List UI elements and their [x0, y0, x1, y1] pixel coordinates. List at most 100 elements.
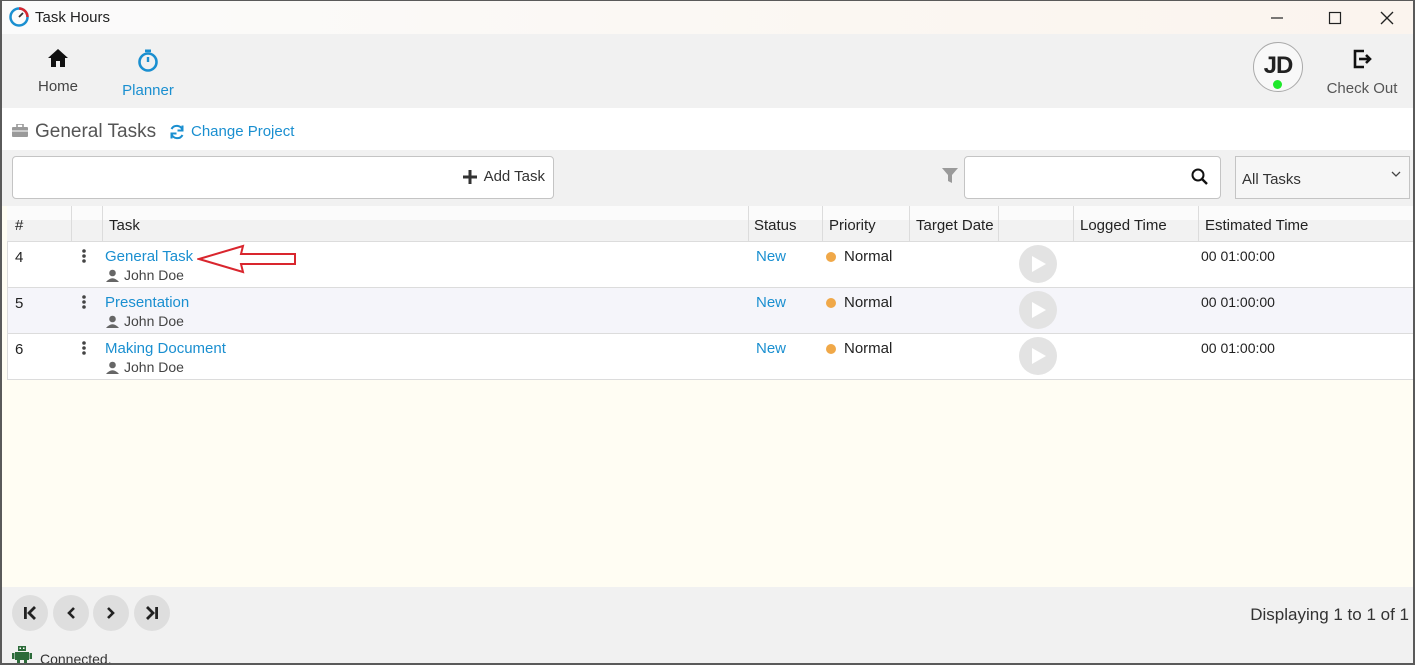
user-icon — [106, 361, 119, 374]
main-toolbar: Home Planner JD Check Out — [2, 34, 1413, 108]
add-task-label: Add Task — [483, 168, 545, 185]
nav-planner[interactable]: Planner — [103, 48, 193, 99]
connection-status: Connected. — [40, 651, 112, 665]
task-filter-select[interactable]: All Tasks — [1235, 156, 1410, 199]
refresh-icon — [170, 124, 184, 139]
avatar-initials: JD — [1263, 52, 1294, 79]
play-icon — [1032, 256, 1046, 272]
assignee-name: John Doe — [124, 267, 184, 283]
app-logo-icon — [9, 7, 29, 27]
col-divider — [998, 206, 999, 241]
start-timer-button[interactable] — [1019, 245, 1057, 283]
priority-label: Normal — [844, 340, 893, 357]
maximize-icon — [1328, 11, 1342, 24]
search-input[interactable] — [964, 156, 1221, 199]
estimated-time: 00 01:00:00 — [1201, 294, 1275, 310]
col-divider — [1073, 206, 1074, 241]
nav-home[interactable]: Home — [13, 48, 103, 95]
estimated-time: 00 01:00:00 — [1201, 340, 1275, 356]
project-bar: General Tasks Change Project — [2, 108, 1413, 150]
next-page-icon — [107, 607, 115, 619]
task-status[interactable]: New — [756, 294, 786, 311]
priority-dot — [826, 251, 836, 262]
plus-icon — [462, 169, 477, 184]
col-status[interactable]: Status — [754, 217, 797, 234]
pagination-bar: Displaying 1 to 1 of 1 — [2, 587, 1413, 642]
user-icon — [106, 269, 119, 282]
play-icon — [1032, 302, 1046, 318]
table-row[interactable]: 5 Presentation John Doe New Normal 00 01… — [7, 288, 1413, 334]
task-status[interactable]: New — [756, 340, 786, 357]
check-out-label: Check Out — [1326, 80, 1398, 97]
task-assignee: John Doe — [106, 313, 184, 329]
kebab-menu-icon[interactable] — [81, 340, 87, 356]
play-icon — [1032, 348, 1046, 364]
col-estimated-time[interactable]: Estimated Time — [1205, 217, 1308, 234]
kebab-menu-icon[interactable] — [81, 248, 87, 264]
estimated-time: 00 01:00:00 — [1201, 248, 1275, 264]
priority-dot — [826, 343, 836, 354]
new-task-input[interactable]: Add Task — [12, 156, 554, 199]
col-divider — [748, 206, 749, 241]
task-grid: # Task Status Priority Target Date Logge… — [7, 206, 1413, 380]
annotation-arrow — [197, 244, 296, 274]
next-page-button[interactable] — [93, 595, 129, 631]
check-out-button[interactable]: Check Out — [1318, 48, 1406, 97]
start-timer-button[interactable] — [1019, 291, 1057, 329]
col-priority[interactable]: Priority — [829, 217, 876, 234]
task-assignee: John Doe — [106, 267, 184, 283]
project-title: General Tasks — [35, 121, 157, 142]
col-divider — [822, 206, 823, 241]
task-status[interactable]: New — [756, 248, 786, 265]
chevron-down-icon — [1391, 171, 1401, 177]
col-divider — [909, 206, 910, 241]
row-number: 5 — [15, 295, 24, 312]
user-icon — [106, 315, 119, 328]
change-project-link[interactable]: Change Project — [169, 123, 294, 140]
close-button[interactable] — [1358, 1, 1413, 34]
minimize-icon — [1271, 16, 1283, 19]
col-number[interactable]: # — [15, 217, 23, 234]
row-number: 4 — [15, 249, 24, 266]
task-priority: Normal — [826, 248, 892, 265]
task-name-link[interactable]: Presentation — [105, 294, 189, 311]
add-task-button[interactable]: Add Task — [462, 168, 545, 185]
priority-dot — [826, 297, 836, 308]
maximize-button[interactable] — [1306, 1, 1364, 34]
close-icon — [1380, 11, 1394, 24]
task-name-link[interactable]: Making Document — [105, 340, 226, 357]
col-divider — [71, 206, 72, 241]
check-out-icon — [1353, 49, 1372, 69]
change-project-label: Change Project — [191, 123, 295, 140]
assignee-name: John Doe — [124, 359, 184, 375]
col-target-date[interactable]: Target Date — [916, 217, 994, 234]
start-timer-button[interactable] — [1019, 337, 1057, 375]
last-page-button[interactable] — [134, 595, 170, 631]
grid-header: # Task Status Priority Target Date Logge… — [7, 206, 1413, 242]
nav-home-label: Home — [37, 78, 78, 95]
col-divider — [1198, 206, 1199, 241]
nav-planner-label: Planner — [122, 82, 174, 99]
first-page-button[interactable] — [12, 595, 48, 631]
home-icon — [48, 49, 68, 67]
first-page-icon — [24, 606, 36, 620]
task-assignee: John Doe — [106, 359, 184, 375]
assignee-name: John Doe — [124, 313, 184, 329]
kebab-menu-icon[interactable] — [81, 294, 87, 310]
col-task[interactable]: Task — [109, 217, 140, 234]
table-row[interactable]: 6 Making Document John Doe New Normal 00… — [7, 334, 1413, 380]
filter-icon[interactable] — [942, 168, 958, 184]
task-name-link[interactable]: General Task — [105, 248, 193, 265]
col-logged-time[interactable]: Logged Time — [1080, 217, 1167, 234]
app-window: Task Hours Home Planner JD Check Out Gen… — [0, 0, 1415, 665]
pagination-info: Displaying 1 to 1 of 1 — [1250, 605, 1409, 624]
user-avatar[interactable]: JD — [1253, 42, 1303, 92]
prev-page-button[interactable] — [53, 595, 89, 631]
search-icon[interactable] — [1191, 168, 1208, 185]
status-bar: Connected. — [2, 642, 1413, 663]
minimize-button[interactable] — [1248, 1, 1306, 34]
priority-label: Normal — [844, 294, 893, 311]
prev-page-icon — [67, 607, 75, 619]
robot-icon — [12, 646, 32, 663]
task-priority: Normal — [826, 340, 892, 357]
